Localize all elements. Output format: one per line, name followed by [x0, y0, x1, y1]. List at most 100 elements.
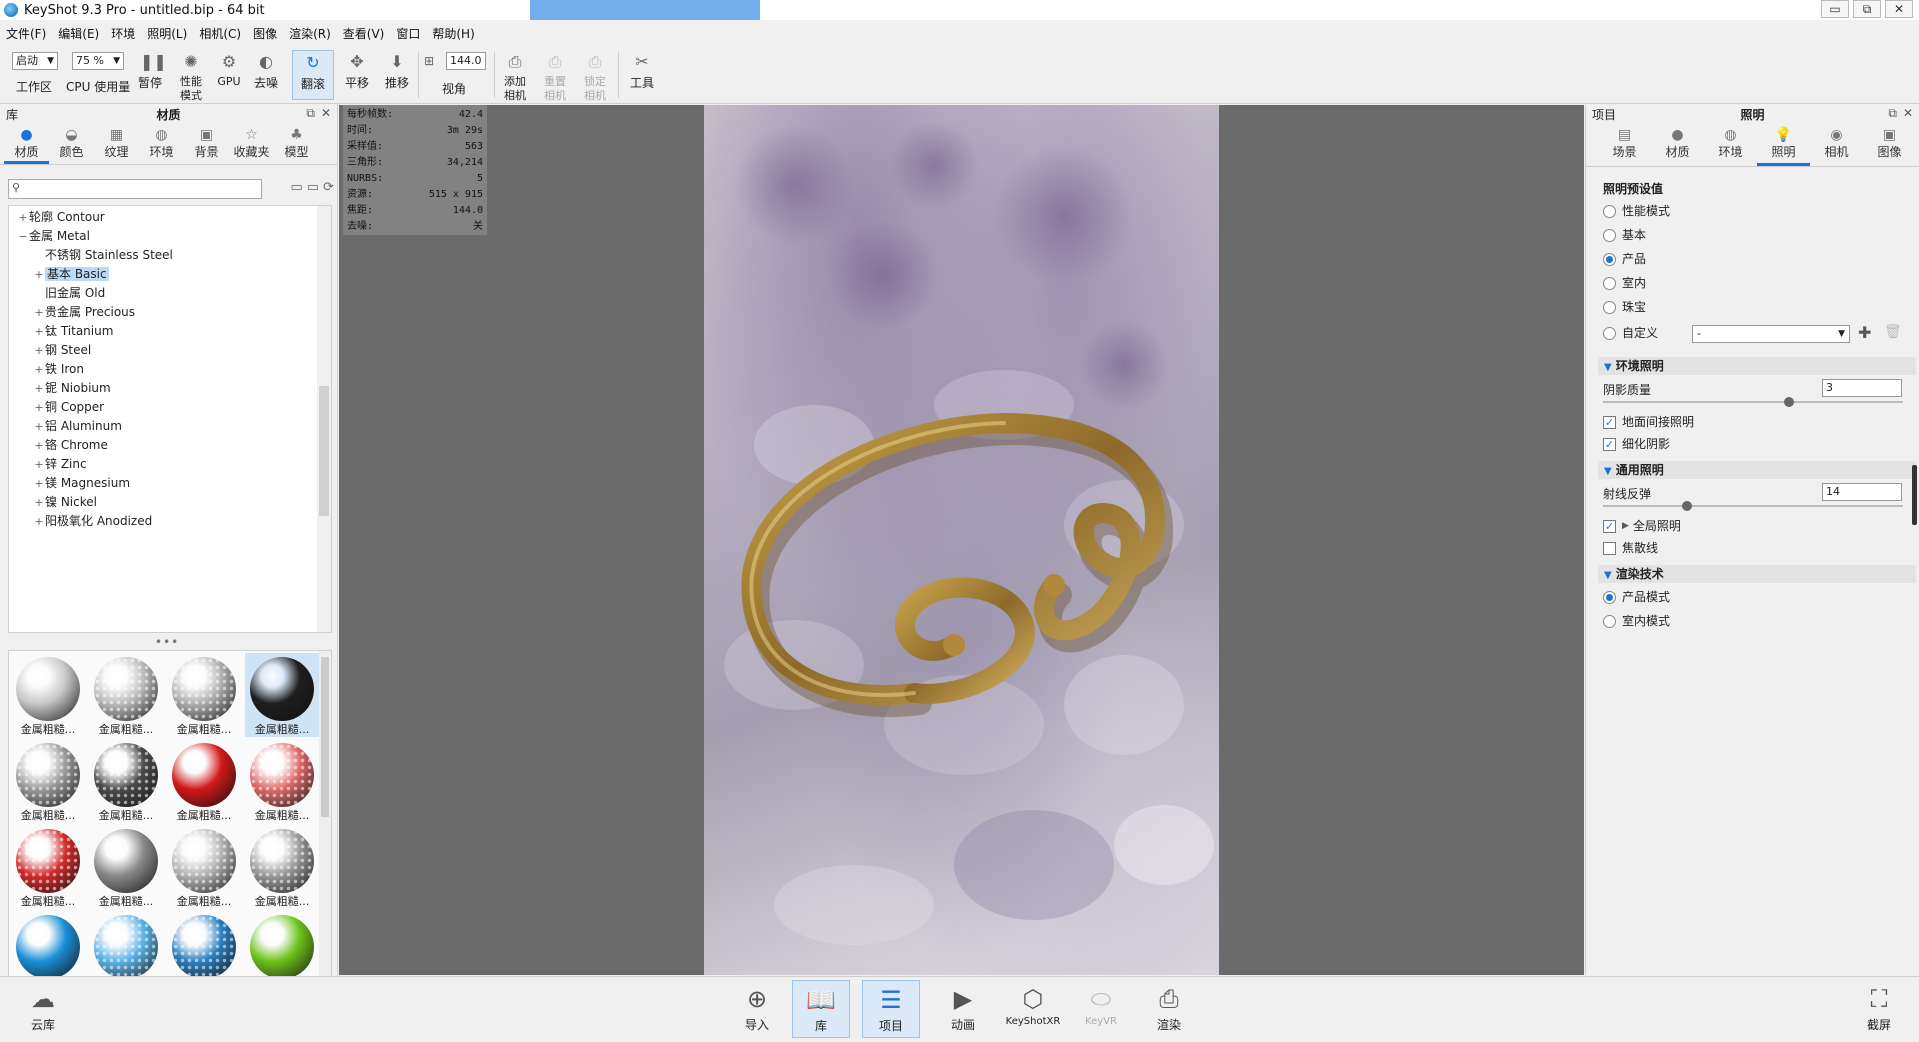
tree-item[interactable]: +铝 Aluminum	[9, 417, 317, 436]
realtime-render-image[interactable]	[704, 105, 1219, 975]
expand-icon[interactable]: +	[33, 303, 45, 322]
menu-help[interactable]: 帮助(H)	[432, 25, 474, 42]
tree-item[interactable]: +铬 Chrome	[9, 436, 317, 455]
general-lighting-section[interactable]: ▼ 通用照明	[1598, 461, 1916, 479]
pan-button[interactable]: ✥ 平移	[340, 50, 374, 100]
cpu-usage-select[interactable]: 75 % ▼	[72, 52, 124, 70]
checkbox-checked[interactable]: ✓	[1603, 415, 1616, 429]
environment-lighting-section[interactable]: ▼ 环境照明	[1598, 357, 1916, 375]
material-thumbnail[interactable]: 金属粗糙...	[11, 739, 85, 823]
ray-bounces-slider[interactable]	[1603, 505, 1903, 507]
menu-image[interactable]: 图像	[253, 25, 277, 42]
add-preset-icon[interactable]: ✚	[1858, 323, 1871, 342]
scrollbar-thumb[interactable]	[321, 657, 329, 817]
add-camera-button[interactable]: ⎙ 添加 相机	[498, 50, 532, 102]
tree-item[interactable]: +镍 Nickel	[9, 493, 317, 512]
material-thumbnail[interactable]: 金属粗糙...	[245, 739, 319, 823]
keyshotxr-button[interactable]: ⬡ KeyShotXR	[1000, 980, 1066, 1038]
radio-button[interactable]	[1603, 252, 1616, 266]
tree-item[interactable]: +钢 Steel	[9, 341, 317, 360]
expand-icon[interactable]: +	[33, 341, 45, 360]
tab-environment[interactable]: ◍ 环境	[1704, 123, 1757, 166]
material-thumbnail[interactable]: 金属粗糙...	[89, 739, 163, 823]
menu-window[interactable]: 窗口	[396, 25, 420, 42]
close-icon[interactable]: ✕	[321, 106, 331, 121]
tab-material[interactable]: ● 材质	[1651, 123, 1704, 166]
material-thumbnail[interactable]: 金属粗糙...	[245, 653, 319, 737]
radio-button[interactable]	[1603, 276, 1616, 290]
splitter-handle[interactable]: •••	[155, 635, 179, 649]
expand-icon[interactable]: +	[33, 398, 45, 417]
material-thumbnail[interactable]: 金属粗糙...	[89, 825, 163, 909]
menu-edit[interactable]: 编辑(E)	[58, 25, 99, 42]
tab-environments[interactable]: ◍ 环境	[139, 123, 184, 164]
radio-button[interactable]	[1603, 204, 1616, 218]
tab-scene[interactable]: ▤ 场景	[1598, 123, 1651, 166]
lock-camera-button[interactable]: ⎙ 锁定 相机	[578, 50, 612, 102]
render-button[interactable]: ⎙ 渲染	[1140, 980, 1198, 1038]
tree-item[interactable]: 旧金属 Old	[9, 284, 317, 303]
expand-icon[interactable]: +	[33, 455, 45, 474]
checkbox-checked[interactable]: ✓	[1603, 437, 1616, 451]
render-technique-section[interactable]: ▼ 渲染技术	[1598, 565, 1916, 583]
expand-icon[interactable]: +	[33, 322, 45, 341]
menu-file[interactable]: 文件(F)	[6, 25, 46, 42]
expand-icon[interactable]: +	[33, 360, 45, 379]
tab-lighting[interactable]: 💡 照明	[1757, 123, 1810, 166]
material-thumbnail[interactable]: 金属粗糙...	[167, 653, 241, 737]
menu-render[interactable]: 渲染(R)	[289, 25, 331, 42]
close-icon[interactable]: ✕	[1903, 106, 1913, 121]
radio-button[interactable]	[1603, 300, 1616, 314]
delete-preset-icon[interactable]: 🗑	[1884, 324, 1902, 340]
tree-item[interactable]: +轮廓 Contour	[9, 208, 317, 227]
global-illumination-checkbox[interactable]: ✓ ▶ 全局照明	[1603, 517, 1681, 535]
maximize-button[interactable]: ⧉	[1853, 0, 1881, 18]
menu-view[interactable]: 查看(V)	[343, 25, 385, 42]
expand-icon[interactable]: +	[33, 417, 45, 436]
tab-favorites[interactable]: ☆ 收藏夹	[229, 123, 274, 164]
slider-handle[interactable]	[1784, 397, 1794, 407]
material-thumbnail[interactable]: 金属粗糙...	[167, 739, 241, 823]
library-button[interactable]: 📖 库	[792, 980, 850, 1038]
expand-arrow-icon[interactable]: ▶	[1622, 517, 1629, 535]
preset-product[interactable]: 产品	[1603, 249, 1646, 269]
panel-scrollbar[interactable]	[1912, 465, 1917, 525]
keyvr-button[interactable]: ⬭ KeyVR	[1072, 980, 1130, 1038]
project-button[interactable]: ☰ 项目	[862, 980, 920, 1038]
caustics-checkbox[interactable]: 焦散线	[1603, 539, 1658, 557]
gpu-button[interactable]: ⚙ GPU	[214, 50, 244, 100]
technique-interior-mode[interactable]: 室内模式	[1603, 611, 1670, 631]
workspace-select[interactable]: 启动 ▼	[12, 52, 58, 70]
expand-icon[interactable]: +	[33, 474, 45, 493]
tree-item[interactable]: +铌 Niobium	[9, 379, 317, 398]
undock-icon[interactable]: ⧉	[306, 106, 315, 121]
radio-button[interactable]	[1603, 614, 1616, 628]
material-thumbnail[interactable]: 金属粗糙...	[167, 825, 241, 909]
preset-performance-mode[interactable]: 性能模式	[1603, 201, 1670, 221]
tree-item[interactable]: +贵金属 Precious	[9, 303, 317, 322]
undock-icon[interactable]: ⧉	[1888, 106, 1897, 121]
expand-icon[interactable]: +	[33, 493, 45, 512]
folder-icon[interactable]: ▭	[291, 180, 303, 195]
tree-item[interactable]: −金属 Metal	[9, 227, 317, 246]
checkbox-checked[interactable]: ✓	[1603, 519, 1616, 533]
tree-item[interactable]: 不锈钢 Stainless Steel	[9, 246, 317, 265]
tree-item[interactable]: +铜 Copper	[9, 398, 317, 417]
menu-camera[interactable]: 相机(C)	[199, 25, 241, 42]
material-thumbnail[interactable]: 金属粗糙...	[245, 825, 319, 909]
folder-add-icon[interactable]: ▭	[307, 180, 319, 195]
import-button[interactable]: ⊕ 导入	[728, 980, 786, 1038]
render-viewport[interactable]: 每秒帧数: 42.4 时间: 3m 29s 采样值: 563 三角形: 34,214 NURBS…	[339, 105, 1584, 975]
screenshot-button[interactable]: ⛶ 截屏	[1850, 980, 1908, 1038]
tree-item[interactable]: +镁 Magnesium	[9, 474, 317, 493]
expand-icon[interactable]: +	[33, 379, 45, 398]
field-of-view-input[interactable]: 144.0	[446, 52, 486, 70]
tree-item[interactable]: +钛 Titanium	[9, 322, 317, 341]
refine-shadows-checkbox[interactable]: ✓ 细化阴影	[1603, 435, 1670, 453]
tree-item[interactable]: +铁 Iron	[9, 360, 317, 379]
minimize-button[interactable]: ▭	[1821, 0, 1849, 18]
tab-backgrounds[interactable]: ▣ 背景	[184, 123, 229, 164]
refresh-icon[interactable]: ⟳	[323, 180, 334, 195]
preset-interior[interactable]: 室内	[1603, 273, 1646, 293]
collapse-icon[interactable]: −	[17, 227, 29, 246]
